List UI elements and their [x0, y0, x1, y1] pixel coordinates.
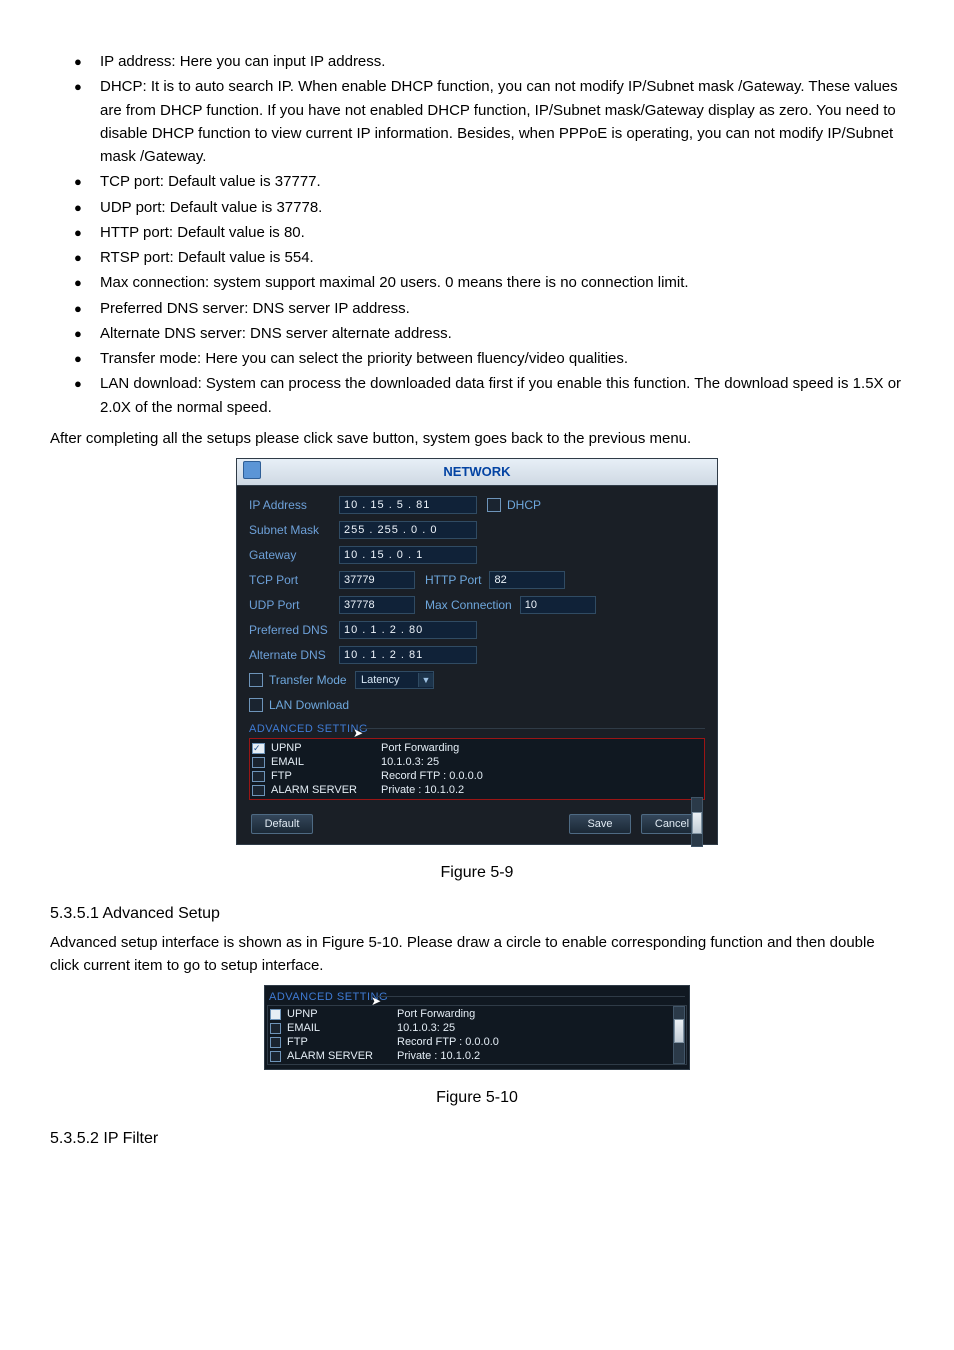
max-conn-input[interactable]: 10 [520, 596, 596, 614]
dhcp-checkbox[interactable] [487, 498, 501, 512]
pref-dns-input[interactable]: 10 . 1 . 2 . 80 [339, 621, 477, 639]
label-subnet: Subnet Mask [249, 521, 339, 540]
lan-download-checkbox[interactable] [249, 698, 263, 712]
figure-5-9-caption: Figure 5-9 [50, 861, 904, 886]
label-max-conn: Max Connection [425, 596, 512, 615]
section-5-3-5-1-body: Advanced setup interface is shown as in … [50, 931, 904, 978]
figure-5-10-caption: Figure 5-10 [50, 1086, 904, 1111]
bullet-udp-port: UDP port: Default value is 37778. [74, 196, 904, 219]
bullet-text: UDP port: Default value is 37778. [100, 199, 322, 216]
checkbox-icon[interactable] [252, 785, 265, 796]
transfer-mode-select[interactable]: Latency ▼ [355, 671, 434, 689]
dialog-title-bar: NETWORK [237, 459, 717, 486]
bullet-dhcp: DHCP: It is to auto search IP. When enab… [74, 75, 904, 168]
bullet-text: HTTP port: Default value is 80. [100, 224, 305, 241]
advanced-setting-list: UPNP Port Forwarding EMAIL 10.1.0.3: 25 … [249, 738, 705, 800]
advanced-setting-header: ADVANCED SETTING ➤ [249, 721, 705, 736]
bullet-text: TCP port: Default value is 37777. [100, 173, 321, 190]
label-gateway: Gateway [249, 546, 339, 565]
bullet-http-port: HTTP port: Default value is 80. [74, 221, 904, 244]
after-setup-text: After completing all the setups please c… [50, 427, 904, 450]
label-alt-dns: Alternate DNS [249, 646, 339, 665]
bullet-max-conn: Max connection: system support maximal 2… [74, 271, 904, 294]
advanced-setting-list-2: UPNP Port Forwarding EMAIL 10.1.0.3: 25 … [267, 1005, 687, 1065]
list-item[interactable]: ALARM SERVER Private : 10.1.0.2 [270, 1049, 684, 1063]
checkbox-icon[interactable] [252, 771, 265, 782]
transfer-checkbox[interactable] [249, 673, 263, 687]
chevron-down-icon: ▼ [418, 673, 433, 687]
label-lan-download: LAN Download [269, 696, 349, 715]
bullet-text: LAN download: System can process the dow… [100, 375, 901, 415]
bullet-ip-address: IP address: Here you can input IP addres… [74, 50, 904, 73]
http-port-input[interactable]: 82 [489, 571, 565, 589]
divider [359, 728, 705, 729]
label-http-port: HTTP Port [425, 571, 481, 590]
network-dialog: NETWORK IP Address 10 . 15 . 5 . 81 DHCP… [236, 458, 718, 845]
label-tcp-port: TCP Port [249, 571, 339, 590]
adv-item-value: Private : 10.1.0.2 [381, 782, 464, 799]
checkbox-icon[interactable] [270, 1037, 281, 1048]
label-pref-dns: Preferred DNS [249, 621, 339, 640]
udp-port-input[interactable]: 37778 [339, 596, 415, 614]
section-5-3-5-1-heading: 5.3.5.1 Advanced Setup [50, 902, 904, 927]
scrollbar[interactable] [691, 797, 703, 847]
bullet-pref-dns: Preferred DNS server: DNS server IP addr… [74, 297, 904, 320]
dialog-sys-icon [243, 461, 261, 479]
advanced-setting-header-2: ADVANCED SETTING ➤ [267, 988, 687, 1005]
tcp-port-input[interactable]: 37779 [339, 571, 415, 589]
label-transfer-mode: Transfer Mode [269, 671, 355, 690]
advanced-setting-label: ADVANCED SETTING [249, 723, 368, 735]
list-item[interactable]: ALARM SERVER Private : 10.1.0.2 [252, 783, 702, 797]
dhcp-label: DHCP [507, 496, 541, 515]
alt-dns-input[interactable]: 10 . 1 . 2 . 81 [339, 646, 477, 664]
ip-address-input[interactable]: 10 . 15 . 5 . 81 [339, 496, 477, 514]
bullet-text: Preferred DNS server: DNS server IP addr… [100, 300, 410, 317]
bullet-text: IP address: Here you can input IP addres… [100, 53, 385, 70]
scrollbar-thumb[interactable] [674, 1019, 684, 1043]
section-5-3-5-2-heading: 5.3.5.2 IP Filter [50, 1127, 904, 1152]
default-button[interactable]: Default [251, 814, 313, 834]
bullet-alt-dns: Alternate DNS server: DNS server alterna… [74, 322, 904, 345]
advanced-setting-panel: ADVANCED SETTING ➤ UPNP Port Forwarding … [264, 985, 690, 1070]
bullet-text: RTSP port: Default value is 554. [100, 249, 314, 266]
checkbox-icon[interactable] [270, 1009, 281, 1020]
scrollbar-thumb[interactable] [692, 812, 702, 834]
bullet-text: Max connection: system support maximal 2… [100, 274, 689, 291]
checkbox-icon[interactable] [270, 1051, 281, 1062]
checkbox-icon[interactable] [252, 743, 265, 754]
checkbox-icon[interactable] [270, 1023, 281, 1034]
adv-item-name: ALARM SERVER [287, 1048, 397, 1065]
bullet-transfer: Transfer mode: Here you can select the p… [74, 347, 904, 370]
adv-item-value: Private : 10.1.0.2 [397, 1048, 480, 1065]
divider [377, 996, 685, 997]
label-udp-port: UDP Port [249, 596, 339, 615]
dialog-title: NETWORK [443, 464, 510, 479]
bullet-text: DHCP: It is to auto search IP. When enab… [100, 78, 898, 165]
adv-item-name: ALARM SERVER [271, 782, 381, 799]
bullet-rtsp-port: RTSP port: Default value is 554. [74, 246, 904, 269]
bullet-lan-dl: LAN download: System can process the dow… [74, 372, 904, 419]
checkbox-icon[interactable] [252, 757, 265, 768]
bullet-text: Transfer mode: Here you can select the p… [100, 350, 628, 367]
bullet-tcp-port: TCP port: Default value is 37777. [74, 170, 904, 193]
save-button[interactable]: Save [569, 814, 631, 834]
bullet-text: Alternate DNS server: DNS server alterna… [100, 325, 452, 342]
label-ip-address: IP Address [249, 496, 339, 515]
subnet-input[interactable]: 255 . 255 . 0 . 0 [339, 521, 477, 539]
scrollbar[interactable] [673, 1006, 685, 1064]
gateway-input[interactable]: 10 . 15 . 0 . 1 [339, 546, 477, 564]
transfer-mode-value: Latency [361, 672, 400, 689]
